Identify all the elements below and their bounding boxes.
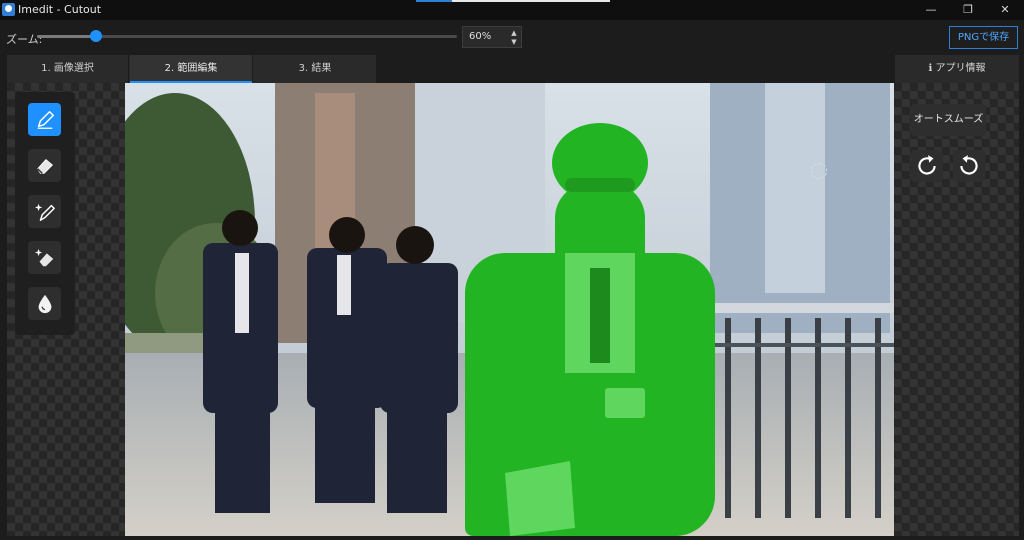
app-icon <box>2 3 15 16</box>
rotate-ccw-icon <box>960 155 978 175</box>
close-button[interactable]: ✕ <box>990 1 1020 19</box>
zoom-down-icon[interactable]: ▼ <box>510 38 518 46</box>
magic-eraser-icon <box>34 248 53 266</box>
photo-preview <box>125 83 894 536</box>
zoom-label: ズーム: <box>6 33 43 46</box>
title-accent-bar <box>416 0 610 2</box>
zoom-up-icon[interactable]: ▲ <box>510 29 518 37</box>
drop-tool-button[interactable] <box>28 287 61 320</box>
restore-button[interactable]: ❐ <box>953 1 983 19</box>
title-bar: Imedit - Cutout — ❐ ✕ <box>0 0 1024 20</box>
window-title: Imedit - Cutout <box>18 3 102 16</box>
tab-app-info[interactable]: ℹ アプリ情報 <box>895 55 1019 83</box>
tool-sidebar <box>7 83 125 536</box>
pencil-tool-button[interactable] <box>28 103 61 136</box>
zoom-slider-thumb[interactable] <box>89 30 102 42</box>
rotate-cw-icon <box>918 155 936 175</box>
edit-canvas[interactable] <box>125 83 894 536</box>
rotate-cw-button[interactable] <box>911 150 943 182</box>
zoom-spinbox[interactable]: 60% ▲ ▼ <box>462 26 522 48</box>
auto-smooth-button[interactable]: オートスムーズ <box>911 104 986 136</box>
brush-cursor <box>811 163 827 179</box>
tab-app-info-label: アプリ情報 <box>935 63 986 74</box>
options-sidebar: オートスムーズ <box>894 83 1019 536</box>
info-icon: ℹ <box>928 63 933 74</box>
tab-image-select[interactable]: 1. 画像選択 <box>7 55 129 83</box>
eraser-icon <box>36 158 53 174</box>
magic-eraser-tool-button[interactable] <box>28 241 61 274</box>
rotate-ccw-button[interactable] <box>953 150 985 182</box>
minimize-button[interactable]: — <box>916 1 946 19</box>
eraser-tool-button[interactable] <box>28 149 61 182</box>
bottom-border <box>0 536 1024 540</box>
save-png-button[interactable]: PNGで保存 <box>949 26 1018 49</box>
drop-icon <box>38 294 51 313</box>
zoom-slider-fill <box>37 35 96 38</box>
tab-range-edit[interactable]: 2. 範囲編集 <box>130 55 253 83</box>
magic-pencil-tool-button[interactable] <box>28 195 61 228</box>
zoom-value[interactable]: 60% <box>469 31 491 42</box>
zoom-slider[interactable] <box>37 30 457 42</box>
pencil-icon <box>37 110 54 129</box>
step-tabs: 1. 画像選択 2. 範囲編集 3. 結果 <box>7 55 377 83</box>
magic-pencil-icon <box>34 203 55 221</box>
tab-result[interactable]: 3. 結果 <box>254 55 377 83</box>
